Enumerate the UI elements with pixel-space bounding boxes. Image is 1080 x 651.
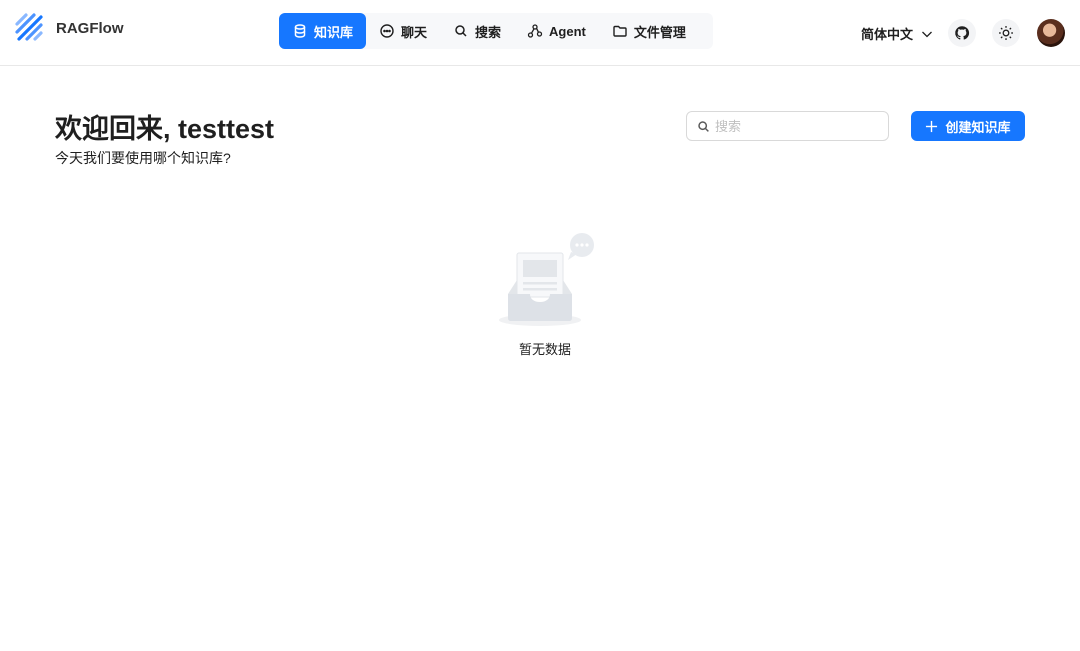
empty-inbox-icon xyxy=(499,233,594,326)
plus-icon xyxy=(926,120,938,132)
welcome-section: 欢迎回来, testtest 今天我们要使用哪个知识库? xyxy=(55,112,274,168)
nav-file-management[interactable]: 文件管理 xyxy=(599,13,699,49)
nav-search[interactable]: 搜索 xyxy=(440,13,514,49)
app-name: RAGFlow xyxy=(56,19,124,37)
create-knowledge-base-label: 创建知识库 xyxy=(945,119,1011,135)
language-selector[interactable]: 简体中文 xyxy=(861,24,933,43)
search-icon xyxy=(453,23,469,39)
nav-agent-label: Agent xyxy=(549,23,586,39)
user-avatar[interactable] xyxy=(1037,19,1065,47)
github-button[interactable] xyxy=(948,19,976,47)
create-knowledge-base-button[interactable]: 创建知识库 xyxy=(911,111,1025,141)
language-label: 简体中文 xyxy=(861,27,914,42)
ragflow-logo-icon xyxy=(15,13,43,41)
folder-icon xyxy=(612,23,628,39)
database-icon xyxy=(292,23,308,39)
chat-icon xyxy=(379,23,395,39)
top-header: RAGFlow 知识库 聊天 搜索 Agent 文件管理 简体中文 xyxy=(0,0,1080,66)
search-box[interactable] xyxy=(686,111,889,141)
theme-toggle-button[interactable] xyxy=(992,19,1020,47)
nav-agent[interactable]: Agent xyxy=(514,13,599,49)
search-icon xyxy=(698,120,709,132)
nav-file-management-label: 文件管理 xyxy=(633,24,686,40)
agent-graph-icon xyxy=(527,23,543,39)
nav-knowledge-base-label: 知识库 xyxy=(314,24,354,40)
nav-search-label: 搜索 xyxy=(475,24,502,40)
nav-knowledge-base[interactable]: 知识库 xyxy=(279,13,367,49)
chevron-down-icon xyxy=(921,28,933,40)
main-nav: 知识库 聊天 搜索 Agent 文件管理 xyxy=(279,13,713,49)
empty-text: 暂无数据 xyxy=(518,342,571,357)
sun-icon xyxy=(999,26,1013,40)
search-input[interactable] xyxy=(715,118,885,134)
github-icon xyxy=(955,26,970,40)
app-logo[interactable]: RAGFlow xyxy=(14,12,124,44)
page-title: 欢迎回来, testtest xyxy=(55,114,275,144)
page-subtitle: 今天我们要使用哪个知识库? xyxy=(55,150,231,166)
nav-chat[interactable]: 聊天 xyxy=(366,13,440,49)
nav-chat-label: 聊天 xyxy=(401,24,428,40)
empty-state: 暂无数据 xyxy=(490,232,600,358)
